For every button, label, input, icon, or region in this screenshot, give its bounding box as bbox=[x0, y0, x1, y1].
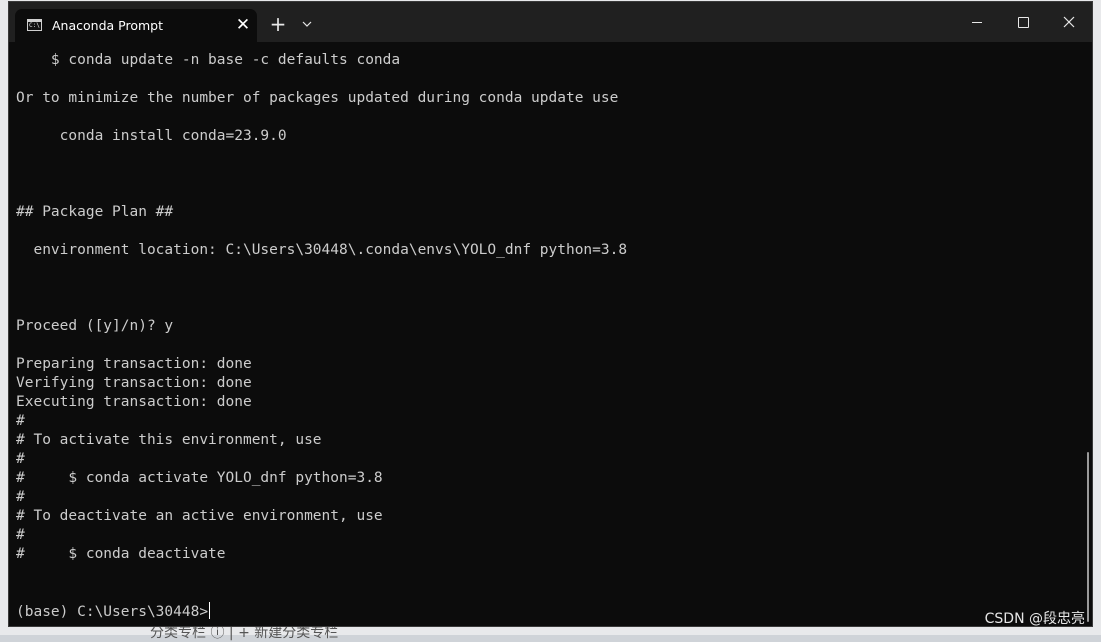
text-cursor bbox=[209, 602, 211, 619]
terminal-line: # bbox=[16, 413, 25, 429]
terminal-line: # To activate this environment, use bbox=[16, 432, 322, 448]
tab-anaconda-prompt[interactable]: C:\ Anaconda Prompt ✕ bbox=[15, 9, 257, 42]
terminal-line: # To deactivate an active environment, u… bbox=[16, 508, 383, 524]
terminal-line: conda install conda=23.9.0 bbox=[16, 128, 287, 144]
terminal-line: Preparing transaction: done bbox=[16, 356, 252, 372]
command-prompt-line[interactable]: (base) C:\Users\30448> bbox=[16, 602, 211, 621]
terminal-line: Proceed ([y]/n)? y bbox=[16, 318, 174, 334]
tab-dropdown-button[interactable] bbox=[297, 14, 317, 34]
terminal-line: Or to minimize the number of packages up… bbox=[16, 90, 619, 106]
close-window-button[interactable] bbox=[1046, 2, 1092, 42]
terminal-line: environment location: C:\Users\30448\.co… bbox=[16, 242, 628, 258]
terminal-line: $ conda update -n base -c defaults conda bbox=[16, 52, 401, 68]
close-icon bbox=[1063, 16, 1075, 28]
terminal-output[interactable]: $ conda update -n base -c defaults conda… bbox=[16, 51, 1076, 621]
tab-close-icon[interactable]: ✕ bbox=[233, 15, 253, 35]
terminal-line: # bbox=[16, 451, 25, 467]
watermark: CSDN @段忠亮 bbox=[984, 611, 1085, 627]
vertical-scrollbar[interactable] bbox=[1084, 42, 1092, 626]
maximize-button[interactable] bbox=[1000, 2, 1046, 42]
terminal-line: # $ conda activate YOLO_dnf python=3.8 bbox=[16, 470, 383, 486]
terminal-line: Executing transaction: done bbox=[16, 394, 252, 410]
terminal-line: # bbox=[16, 527, 25, 543]
terminal-line: # $ conda deactivate bbox=[16, 546, 226, 562]
terminal-line: Verifying transaction: done bbox=[16, 375, 252, 391]
tab-title: Anaconda Prompt bbox=[52, 18, 163, 33]
terminal-line: # bbox=[16, 489, 25, 505]
command-prompt-icon: C:\ bbox=[27, 19, 42, 31]
new-tab-button[interactable]: + bbox=[267, 13, 289, 35]
minimize-button[interactable] bbox=[954, 2, 1000, 42]
prompt-text: (base) C:\Users\30448> bbox=[16, 604, 209, 620]
chevron-down-icon bbox=[302, 21, 312, 27]
terminal-window: C:\ Anaconda Prompt ✕ + $ conda update -… bbox=[8, 1, 1093, 627]
title-bar[interactable]: C:\ Anaconda Prompt ✕ + bbox=[9, 2, 1092, 42]
terminal-line: ## Package Plan ## bbox=[16, 204, 174, 220]
scrollbar-thumb[interactable] bbox=[1087, 452, 1089, 622]
